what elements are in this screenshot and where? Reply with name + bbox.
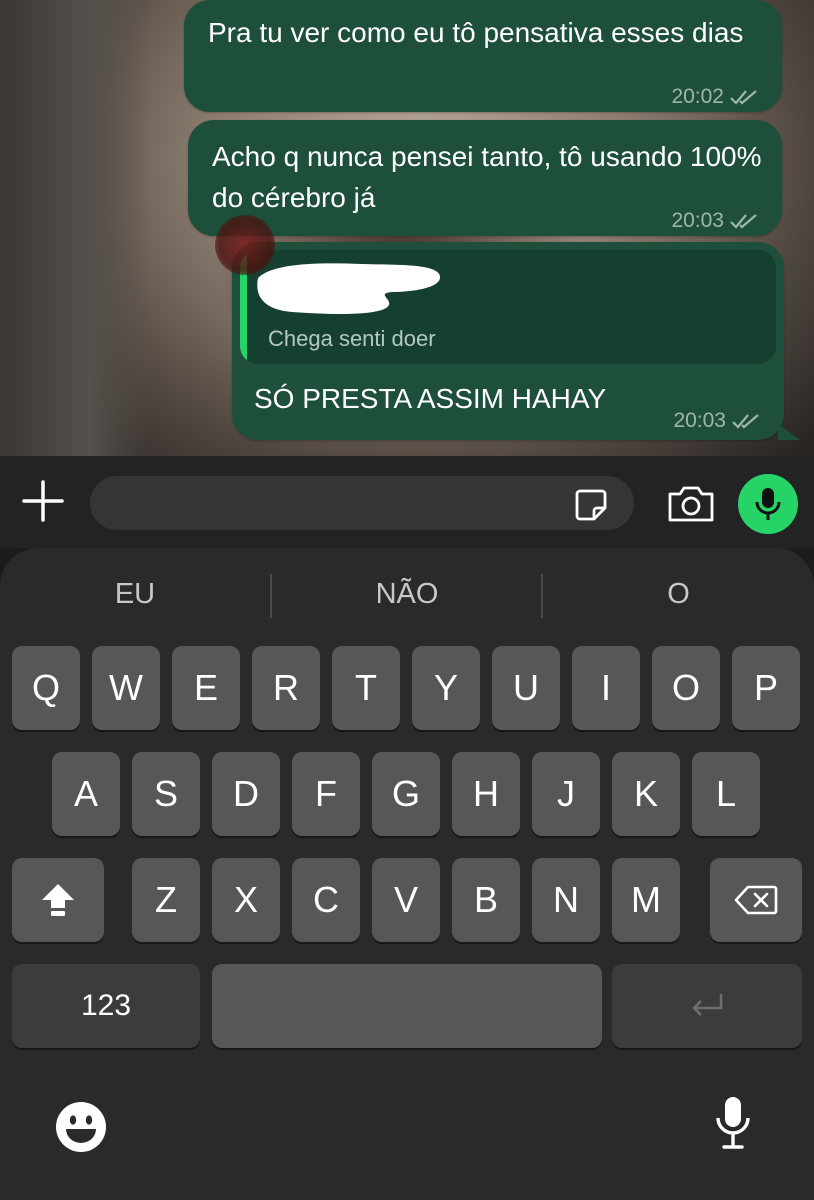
bubble-tail — [778, 424, 800, 440]
message-composer — [0, 456, 814, 548]
key-n[interactable]: N — [532, 858, 600, 942]
key-w[interactable]: W — [92, 646, 160, 730]
quoted-message[interactable]: Chega senti doer — [240, 250, 776, 364]
plus-icon[interactable] — [20, 478, 66, 524]
return-icon — [692, 994, 723, 1016]
message-meta: 20:02 — [671, 76, 760, 117]
key-o[interactable]: O — [652, 646, 720, 730]
message-meta: 20:03 — [673, 400, 762, 441]
backspace-icon — [734, 885, 778, 915]
sticker-icon[interactable] — [574, 488, 608, 522]
suggestion-2[interactable]: NÃO — [272, 548, 542, 640]
key-z[interactable]: Z — [132, 858, 200, 942]
key-p[interactable]: P — [732, 646, 800, 730]
message-text: Pra tu ver como eu tô pensativa esses di… — [208, 17, 744, 48]
key-h[interactable]: H — [452, 752, 520, 836]
double-check-icon — [732, 413, 759, 429]
quote-accent-bar — [240, 250, 247, 364]
message-time: 20:03 — [671, 209, 724, 232]
message-bubble[interactable]: Pra tu ver como eu tô pensativa esses di… — [184, 0, 782, 112]
microphone-icon — [755, 488, 781, 520]
quoted-text: Chega senti doer — [268, 326, 436, 351]
backspace-key[interactable] — [710, 858, 802, 942]
key-f[interactable]: F — [292, 752, 360, 836]
chat-area: Pra tu ver como eu tô pensativa esses di… — [0, 0, 814, 456]
key-s[interactable]: S — [132, 752, 200, 836]
emoji-icon[interactable] — [54, 1100, 108, 1154]
suggestion-3[interactable]: O — [543, 548, 814, 640]
key-t[interactable]: T — [332, 646, 400, 730]
key-l[interactable]: L — [692, 752, 760, 836]
voice-message-button[interactable] — [738, 474, 798, 534]
message-meta: 20:03 — [671, 200, 760, 241]
numbers-key[interactable]: 123 — [12, 964, 200, 1048]
message-input[interactable] — [90, 476, 634, 530]
shift-key[interactable] — [12, 858, 104, 942]
message-bubble[interactable]: Chega senti doer SÓ PRESTA ASSIM HAHAY 2… — [232, 242, 800, 441]
message-time: 20:03 — [673, 409, 726, 432]
space-key[interactable] — [212, 964, 602, 1048]
keyboard: EU NÃO O Q W E R T Y U I O P A S D F G H… — [0, 548, 814, 1200]
keyboard-panel: EU NÃO O Q W E R T Y U I O P A S D F G H… — [0, 548, 814, 1200]
dictation-icon[interactable] — [714, 1094, 752, 1152]
key-r[interactable]: R — [252, 646, 320, 730]
key-g[interactable]: G — [372, 752, 440, 836]
key-k[interactable]: K — [612, 752, 680, 836]
camera-icon[interactable] — [666, 484, 716, 524]
redaction-scribble — [257, 263, 441, 314]
key-j[interactable]: J — [532, 752, 600, 836]
return-key[interactable] — [612, 964, 802, 1048]
key-q[interactable]: Q — [12, 646, 80, 730]
key-x[interactable]: X — [212, 858, 280, 942]
key-y[interactable]: Y — [412, 646, 480, 730]
key-e[interactable]: E — [172, 646, 240, 730]
suggestion-1[interactable]: EU — [0, 548, 270, 640]
key-u[interactable]: U — [492, 646, 560, 730]
message-time: 20:02 — [671, 85, 724, 108]
shift-icon — [42, 884, 74, 916]
key-i[interactable]: I — [572, 646, 640, 730]
double-check-icon — [730, 213, 757, 229]
message-bubble[interactable]: Acho q nunca pensei tanto, tô usando 100… — [188, 120, 782, 236]
key-d[interactable]: D — [212, 752, 280, 836]
key-v[interactable]: V — [372, 858, 440, 942]
key-a[interactable]: A — [52, 752, 120, 836]
key-b[interactable]: B — [452, 858, 520, 942]
double-check-icon — [730, 89, 757, 105]
message-text: SÓ PRESTA ASSIM HAHAY — [254, 383, 607, 414]
key-m[interactable]: M — [612, 858, 680, 942]
key-c[interactable]: C — [292, 858, 360, 942]
